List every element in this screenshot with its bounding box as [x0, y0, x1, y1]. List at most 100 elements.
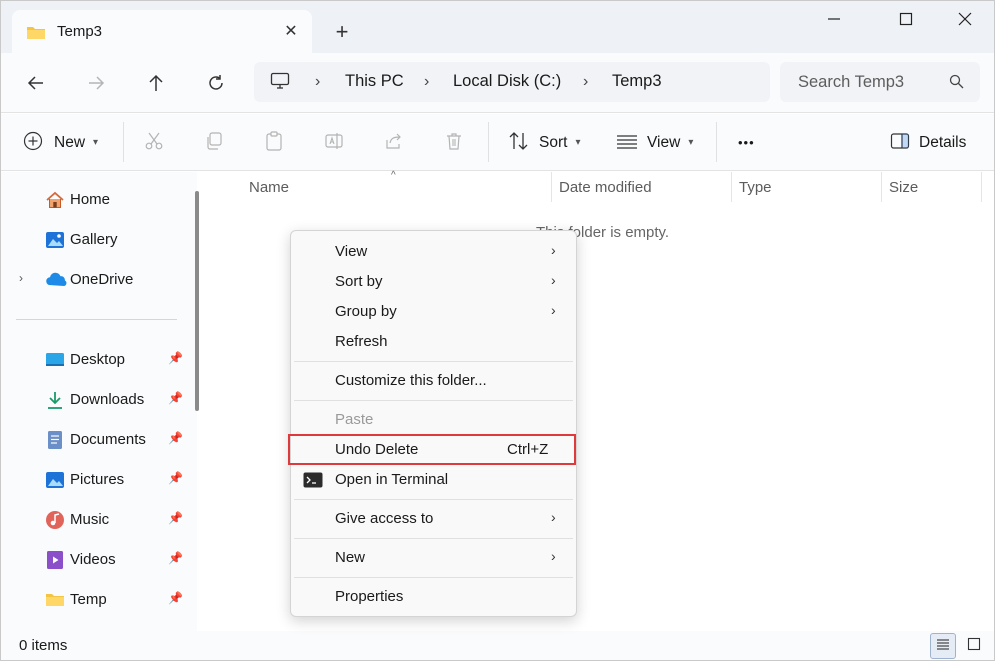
sidebar-item-gallery[interactable]: Gallery — [1, 221, 187, 257]
chevron-down-icon: ▾ — [93, 137, 99, 148]
sidebar-item-temp[interactable]: Temp 📌 — [1, 581, 187, 617]
item-count: 0 items — [19, 637, 68, 654]
menu-item-label: New — [335, 549, 366, 566]
details-pane-button[interactable]: Details — [890, 114, 966, 171]
sidebar-item-documents[interactable]: Documents 📌 — [1, 421, 187, 457]
breadcrumb-separator[interactable]: › — [424, 73, 429, 91]
sidebar-scrollbar[interactable] — [195, 191, 199, 411]
highlight-box — [288, 434, 576, 465]
menu-item-open-terminal[interactable]: Open in Terminal — [291, 465, 576, 495]
close-window-button[interactable] — [942, 3, 988, 35]
sidebar-item-pictures[interactable]: Pictures 📌 — [1, 461, 187, 497]
column-header-type[interactable]: Type — [739, 179, 772, 196]
column-header-size[interactable]: Size — [889, 179, 918, 196]
menu-separator — [294, 499, 573, 500]
sort-icon — [508, 131, 530, 155]
menu-item-new[interactable]: New › — [291, 543, 576, 573]
videos-icon — [45, 550, 65, 570]
pin-icon[interactable]: 📌 — [168, 511, 183, 525]
menu-item-sort-by[interactable]: Sort by › — [291, 267, 576, 297]
sidebar-item-videos[interactable]: Videos 📌 — [1, 541, 187, 577]
sidebar-item-label: Desktop — [70, 351, 126, 368]
share-button[interactable] — [384, 114, 404, 171]
this-pc-icon[interactable] — [270, 72, 290, 94]
menu-item-give-access[interactable]: Give access to › — [291, 504, 576, 534]
menu-item-view[interactable]: View › — [291, 237, 576, 267]
column-divider[interactable] — [881, 172, 882, 202]
new-tab-button[interactable]: + — [327, 17, 357, 47]
breadcrumb-temp3[interactable]: Temp3 — [612, 72, 662, 91]
navigation-pane: Home Gallery › OneDrive Desktop 📌 Downlo… — [1, 172, 197, 631]
up-button[interactable] — [140, 67, 172, 99]
sort-button[interactable]: Sort ▾ — [508, 114, 580, 171]
status-bar: 0 items — [1, 631, 994, 660]
menu-item-refresh[interactable]: Refresh — [291, 327, 576, 357]
chevron-right-icon: › — [551, 548, 556, 564]
sidebar-item-home[interactable]: Home — [1, 181, 187, 217]
sort-ascending-icon: ^ — [391, 170, 396, 181]
sidebar-item-desktop[interactable]: Desktop 📌 — [1, 341, 187, 377]
delete-button[interactable] — [444, 114, 464, 171]
tiles-view-button[interactable] — [961, 633, 987, 659]
menu-item-group-by[interactable]: Group by › — [291, 297, 576, 327]
pin-icon[interactable]: 📌 — [168, 431, 183, 445]
chevron-right-icon[interactable]: › — [19, 271, 23, 285]
menu-item-label: Sort by — [335, 273, 383, 290]
view-button[interactable]: View ▾ — [616, 114, 693, 171]
list-view-icon — [616, 132, 638, 154]
pin-icon[interactable]: 📌 — [168, 351, 183, 365]
pin-icon[interactable]: 📌 — [168, 591, 183, 605]
tiles-view-icon — [967, 637, 981, 655]
more-options-button[interactable]: ••• — [738, 114, 755, 171]
menu-item-label: Refresh — [335, 333, 388, 350]
sidebar-item-downloads[interactable]: Downloads 📌 — [1, 381, 187, 417]
tab-temp3[interactable]: Temp3 ✕ — [12, 10, 312, 54]
sidebar-item-label: OneDrive — [70, 271, 134, 288]
copy-button[interactable] — [204, 114, 224, 171]
back-button[interactable] — [20, 67, 52, 99]
plus-circle-icon — [23, 131, 43, 155]
close-tab-icon[interactable]: ✕ — [280, 21, 302, 43]
rename-icon — [324, 131, 344, 155]
toolbar-divider — [488, 122, 489, 162]
column-divider[interactable] — [981, 172, 982, 202]
details-pane-icon — [890, 132, 910, 154]
menu-item-customize-folder[interactable]: Customize this folder... — [291, 366, 576, 396]
music-icon — [45, 510, 65, 530]
address-row: › This PC › Local Disk (C:) › Temp3 Sear… — [1, 53, 994, 113]
downloads-icon — [45, 390, 65, 410]
sidebar-item-music[interactable]: Music 📌 — [1, 501, 187, 537]
home-icon — [45, 190, 65, 210]
breadcrumb-this-pc[interactable]: This PC — [345, 72, 404, 91]
column-divider[interactable] — [731, 172, 732, 202]
maximize-button[interactable] — [883, 3, 929, 35]
rename-button[interactable] — [324, 114, 344, 171]
column-header-name[interactable]: Name — [249, 179, 289, 196]
breadcrumb-separator[interactable]: › — [315, 73, 320, 91]
breadcrumb-local-disk[interactable]: Local Disk (C:) — [453, 72, 561, 91]
sidebar-divider — [16, 319, 177, 320]
details-view-button[interactable] — [930, 633, 956, 659]
minimize-button[interactable] — [811, 3, 857, 35]
column-header-date-modified[interactable]: Date modified — [559, 179, 652, 196]
search-box[interactable]: Search Temp3 — [780, 62, 980, 102]
forward-button[interactable] — [80, 67, 112, 99]
scissors-icon — [144, 131, 164, 155]
column-divider[interactable] — [551, 172, 552, 202]
chevron-right-icon: › — [551, 509, 556, 525]
pin-icon[interactable]: 📌 — [168, 391, 183, 405]
new-button[interactable]: New ▾ — [23, 114, 98, 171]
cut-button[interactable] — [144, 114, 164, 171]
breadcrumb-separator[interactable]: › — [583, 73, 588, 91]
menu-item-properties[interactable]: Properties — [291, 582, 576, 612]
sidebar-item-label: Gallery — [70, 231, 118, 248]
paste-button[interactable] — [264, 114, 284, 171]
pin-icon[interactable]: 📌 — [168, 551, 183, 565]
address-bar[interactable]: › This PC › Local Disk (C:) › Temp3 — [254, 62, 770, 102]
new-label: New — [54, 133, 86, 151]
pin-icon[interactable]: 📌 — [168, 471, 183, 485]
menu-item-label: Group by — [335, 303, 397, 320]
trash-icon — [444, 131, 464, 155]
sidebar-item-onedrive[interactable]: › OneDrive — [1, 261, 187, 297]
refresh-button[interactable] — [200, 67, 232, 99]
